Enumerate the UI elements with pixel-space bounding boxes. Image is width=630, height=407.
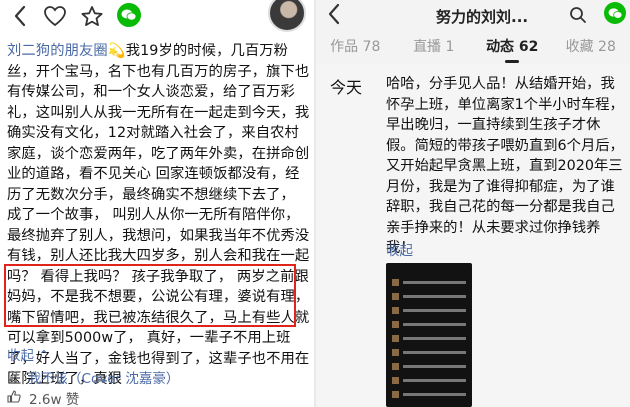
post-text: 哈哈，分手见人品！从结婚开始，我怀孕上班，单位离家1个半小时车程，早出晚归，一直…: [386, 76, 624, 256]
star-icon[interactable]: [78, 3, 106, 29]
profile-tabs: 作品 78 直播 1 动态 62 收藏 28: [316, 34, 630, 64]
left-topbar: [0, 0, 314, 34]
collapse-label: 收起: [7, 348, 34, 364]
thumb-row: [392, 321, 466, 328]
likes-row[interactable]: 2.6w 赞: [7, 388, 79, 407]
post-date: 今天: [330, 78, 363, 97]
right-topbar: 努力的刘刘...: [316, 0, 630, 34]
thumb-row: [392, 307, 466, 314]
thumb-row: [392, 363, 466, 370]
collapse-link[interactable]: 收起 ⌃: [7, 344, 50, 364]
right-panel: 努力的刘刘... 作品 78 直播 1 动态 62 收藏 28 今天 哈哈，分手…: [316, 0, 630, 407]
music-label: 我不该（Cover 沈嘉豪）: [27, 371, 180, 387]
music-note-icon: ♫: [7, 369, 20, 385]
tab-live[interactable]: 直播 1: [395, 34, 474, 64]
tab-works[interactable]: 作品 78: [316, 34, 395, 64]
video-thumbnail[interactable]: [386, 263, 472, 407]
back-chevron-icon[interactable]: [8, 3, 32, 29]
thumb-row: [392, 279, 466, 286]
highlight-box: [4, 264, 296, 327]
post-text: 刘二狗的朋友圈💫我19岁的时候，几百万粉丝，开个宝马，名下也有几百万的房子，旗下…: [7, 41, 312, 390]
thumb-row: [392, 293, 466, 300]
heart-icon[interactable]: [40, 3, 70, 29]
left-panel: 刘二狗的朋友圈💫我19岁的时候，几百万粉丝，开个宝马，名下也有几百万的房子，旗下…: [0, 0, 314, 407]
author-emoji-icon: 💫: [107, 43, 126, 59]
likes-label: 2.6w 赞: [29, 392, 80, 407]
thumb-row: [392, 335, 466, 342]
thumb-row: [392, 377, 466, 384]
thumbs-up-icon: [7, 389, 21, 407]
wechat-share-icon[interactable]: [604, 2, 626, 24]
music-item[interactable]: ♫ 我不该（Cover 沈嘉豪）: [7, 367, 179, 387]
thumb-row: [392, 349, 466, 356]
post-body: 我19岁的时候，几百万粉丝，开个宝马，名下也有几百万的房子，旗下也有传媒公司，和…: [7, 43, 310, 387]
tab-dynamics[interactable]: 动态 62: [473, 34, 552, 64]
search-icon[interactable]: [566, 2, 590, 28]
author-link[interactable]: 刘二狗的朋友圈: [7, 43, 108, 59]
thumb-row: [392, 391, 466, 398]
tab-favorites[interactable]: 收藏 28: [552, 34, 630, 64]
collapse-link[interactable]: 收起: [386, 239, 413, 259]
dynamics-feed: 今天 哈哈，分手见人品！从结婚开始，我怀孕上班，单位离家1个半小时车程，早出晚归…: [316, 64, 630, 407]
wechat-share-icon[interactable]: [117, 3, 141, 27]
avatar[interactable]: [268, 0, 306, 32]
profile-title: 努力的刘刘...: [436, 8, 529, 26]
back-chevron-icon[interactable]: [322, 0, 346, 28]
chevron-up-icon: ⌃: [38, 348, 50, 364]
